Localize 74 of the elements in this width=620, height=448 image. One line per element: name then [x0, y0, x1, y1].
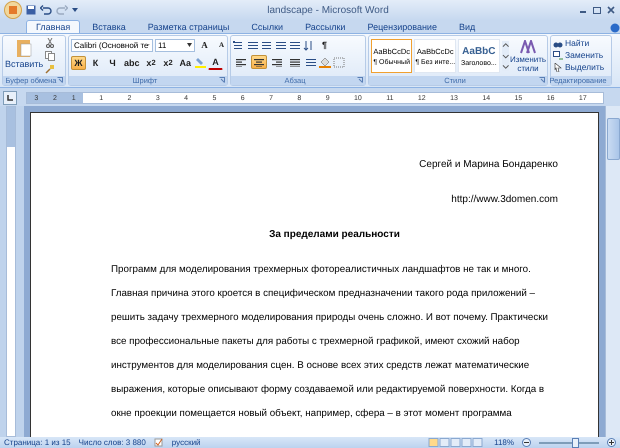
window-title: landscape - Microsoft Word — [266, 4, 390, 16]
ribbon-tab[interactable]: Вид — [448, 20, 486, 33]
vertical-scrollbar[interactable] — [605, 106, 620, 437]
font-size-field[interactable]: 11 — [155, 38, 195, 52]
dialog-launcher-icon[interactable] — [539, 77, 545, 83]
ribbon-tab[interactable]: Рассылки — [295, 20, 356, 33]
multilevel-list-icon[interactable] — [261, 40, 273, 50]
ribbon-tab[interactable]: Главная — [26, 20, 80, 33]
copy-icon[interactable] — [45, 51, 56, 61]
document-text: Программ для моделирования трехмерных фотореалистичных ландшафтов не так и много. — [111, 263, 531, 277]
dialog-launcher-icon[interactable] — [219, 77, 225, 83]
editing-command[interactable]: Выделить — [553, 62, 604, 72]
align-center-icon — [253, 57, 265, 67]
ribbon-tab[interactable]: Разметка страницы — [138, 20, 240, 33]
close-icon[interactable] — [606, 5, 616, 15]
paint-bucket-icon[interactable] — [319, 56, 331, 68]
font-color-button[interactable]: A — [208, 55, 224, 70]
decrease-indent-icon[interactable] — [275, 40, 287, 50]
bullet-list-icon[interactable] — [233, 40, 245, 50]
numbered-list-icon[interactable] — [247, 40, 259, 50]
dialog-launcher-icon[interactable] — [357, 77, 363, 83]
document-text: все профессиональные пакеты для работы с трехмерной графикой, имеют схожий набор — [111, 335, 520, 349]
style-sample: AaBbC — [462, 46, 496, 56]
save-icon[interactable] — [26, 5, 36, 15]
format-button[interactable]: Aa — [178, 56, 194, 70]
align-right-icon — [271, 57, 283, 67]
zoom-level[interactable]: 118% — [494, 438, 514, 447]
format-button[interactable]: abc — [122, 56, 142, 70]
format-button[interactable]: Ж — [71, 56, 86, 70]
clipboard-icon — [14, 38, 34, 58]
align-justify-icon — [289, 57, 301, 67]
zoom-in-icon[interactable] — [607, 438, 616, 447]
ribbon-tab[interactable]: Ссылки — [241, 20, 294, 33]
word-count[interactable]: Число слов: 3 880 — [78, 438, 146, 447]
document-heading: За пределами реальности — [269, 228, 400, 242]
document-text: инструментов для моделирования сцен. В основе всех этих средств лежат математические — [111, 359, 530, 373]
zoom-slider-thumb[interactable] — [572, 438, 580, 448]
restore-icon[interactable] — [592, 5, 602, 15]
editing-command[interactable]: Найти — [553, 38, 604, 48]
ribbon-tab[interactable]: Рецензирование — [357, 20, 447, 33]
dropdown-caret-icon[interactable] — [72, 7, 78, 13]
document-text: выражения, которые описывают форму создаваемой или редактируемой поверхности. Когда в — [111, 383, 544, 397]
pilcrow-button[interactable]: ¶ — [317, 38, 332, 52]
document-text: Сергей и Марина Бондаренко — [419, 158, 558, 172]
document-text: решить задачу трехмерного моделирования природы очень сложно. И вот почему. Практически — [111, 311, 548, 325]
undo-icon[interactable] — [40, 5, 52, 15]
dialog-launcher-icon[interactable] — [57, 77, 63, 83]
dropdown-caret-icon[interactable] — [187, 43, 192, 47]
language-indicator[interactable]: русский — [172, 438, 201, 447]
ribbon-tab[interactable]: Вставка — [82, 20, 136, 33]
document-text: окне проекции помещается новый объект, например, сфера – в этот момент программа — [111, 407, 512, 421]
cursor-icon[interactable] — [553, 62, 563, 72]
document-text: http://www.3domen.com — [451, 193, 558, 207]
align-button[interactable] — [251, 55, 267, 69]
document-text: Главная причина этого кроется в специфическом предназначении такого рода приложений – — [111, 287, 535, 301]
editing-command[interactable]: Заменить — [553, 50, 604, 60]
paste-button[interactable]: Вставить — [5, 38, 44, 74]
zoom-out-icon[interactable] — [522, 438, 531, 447]
scissors-icon[interactable] — [45, 38, 56, 48]
paintbrush-icon[interactable] — [45, 64, 56, 74]
scroll-arrows-icon[interactable] — [502, 40, 510, 72]
increase-indent-icon[interactable] — [289, 40, 301, 50]
format-button[interactable]: Ч — [105, 56, 120, 70]
grow-font-button[interactable]: A — [197, 38, 212, 52]
align-left-icon — [235, 57, 247, 67]
tab-selector[interactable] — [3, 91, 17, 105]
proofing-icon[interactable] — [154, 438, 164, 447]
change-styles-button[interactable]: Изменить стили — [511, 40, 546, 72]
borders-icon[interactable] — [333, 56, 345, 68]
page-count[interactable]: Страница: 1 из 15 — [4, 438, 71, 447]
tab-stop-icon — [7, 95, 13, 101]
format-button[interactable]: К — [88, 56, 103, 70]
line-spacing-icon[interactable] — [305, 56, 317, 68]
font-name-field[interactable]: Calibri (Основной те — [71, 38, 153, 52]
